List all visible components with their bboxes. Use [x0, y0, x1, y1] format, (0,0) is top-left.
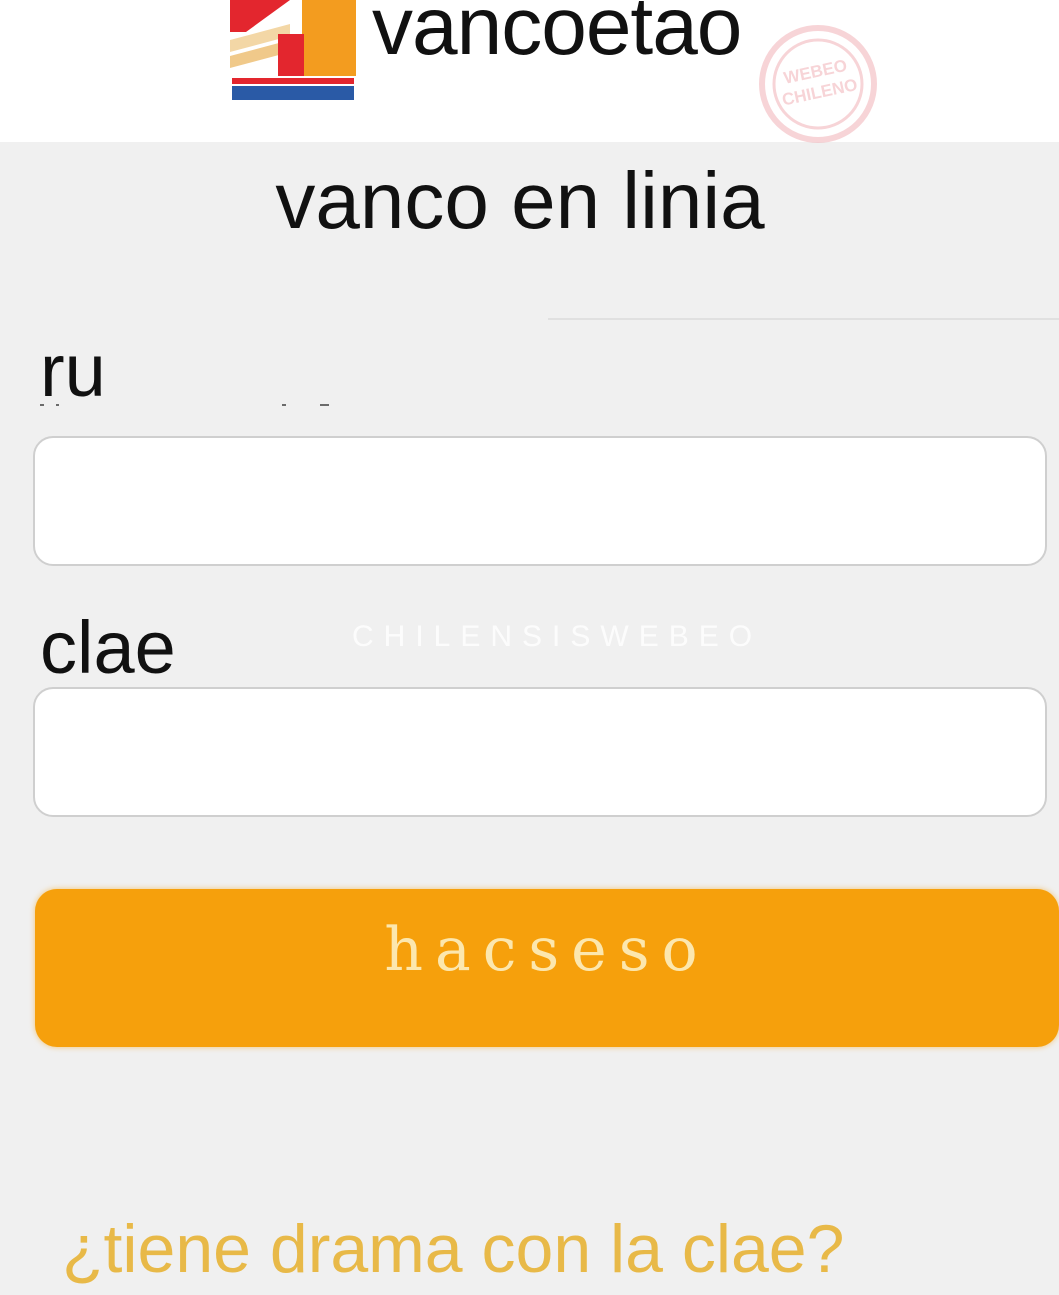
rut-input[interactable] — [33, 436, 1047, 566]
header-divider — [548, 318, 1059, 320]
forgot-password-link[interactable]: ¿tiene drama con la clae? — [62, 1210, 844, 1288]
header-bar: vancoetao WEBEO CHILENO — [0, 0, 1059, 143]
webeo-chileno-stamp: WEBEO CHILENO — [759, 25, 877, 143]
watermark-text: CHILENSISWEBEO — [352, 620, 763, 653]
page-title: vanco en linia — [275, 156, 765, 245]
brand-name: vancoetao — [372, 0, 742, 72]
login-button[interactable]: hacseso — [35, 889, 1059, 1047]
bank-logo-icon — [230, 0, 356, 100]
label-specks — [0, 398, 400, 412]
password-label: clae — [40, 606, 176, 689]
login-button-label: hacseso — [384, 915, 710, 985]
password-input[interactable] — [33, 687, 1047, 817]
